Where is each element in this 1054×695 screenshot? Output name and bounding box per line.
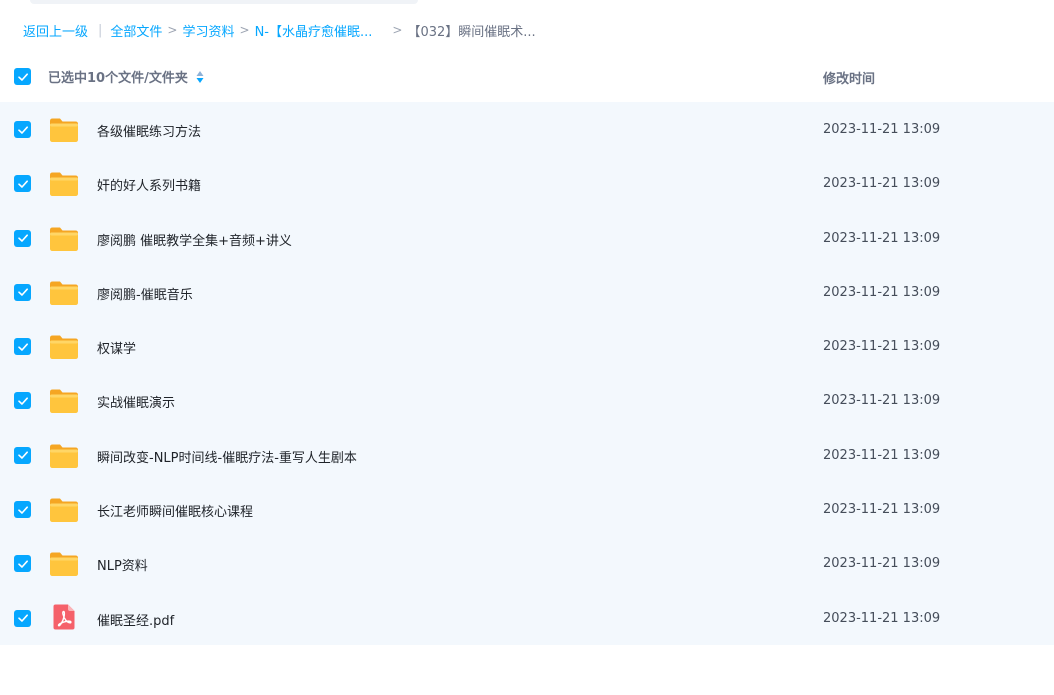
file-modified-time: 2023-11-21 13:09 xyxy=(823,122,941,137)
file-row[interactable]: 各级催眠练习方法 2023-11-21 13:09 xyxy=(0,102,1054,156)
folder-icon xyxy=(49,280,79,306)
file-modified-time: 2023-11-21 13:09 xyxy=(823,447,941,463)
file-row[interactable]: 廖阅鹏 催眠教学全集+音频+讲义 2023-11-21 13:09 xyxy=(0,211,1054,265)
checkmark-icon xyxy=(17,288,28,297)
breadcrumb-current: 【032】瞬间催眠术... xyxy=(407,24,536,40)
checkmark-icon xyxy=(17,397,28,405)
checkmark-icon xyxy=(17,343,28,351)
file-name[interactable]: NLP资料 xyxy=(97,555,148,574)
file-name[interactable]: 权谋学 xyxy=(97,338,136,357)
file-row[interactable]: NLP资料 2023-11-21 13:09 xyxy=(0,536,1054,590)
file-checkbox[interactable] xyxy=(14,501,31,519)
file-checkbox[interactable] xyxy=(14,121,31,138)
file-modified-time: 2023-11-21 13:09 xyxy=(823,502,941,518)
file-name[interactable]: 廖阅鹏 催眠教学全集+音频+讲义 xyxy=(97,230,292,249)
file-checkbox[interactable] xyxy=(14,392,31,410)
select-all-checkbox[interactable] xyxy=(14,68,31,85)
file-checkbox[interactable] xyxy=(14,283,31,301)
folder-icon xyxy=(49,388,79,414)
checkmark-icon xyxy=(17,560,28,568)
folder-icon xyxy=(49,443,79,469)
file-modified-time: 2023-11-21 13:09 xyxy=(823,393,941,409)
checkmark-icon xyxy=(17,72,28,81)
file-name[interactable]: 长江老师瞬间催眠核心课程 xyxy=(97,501,253,520)
file-checkbox[interactable] xyxy=(14,229,31,247)
checkmark-icon xyxy=(17,505,28,514)
sort-icon[interactable] xyxy=(196,70,204,84)
modified-time-header[interactable]: 修改时间 xyxy=(823,68,875,87)
chevron-right-icon: > xyxy=(167,23,178,37)
breadcrumb: 返回上一级 | 全部文件 > 学习资料 > N-【水晶疗愈催眠... > 【03… xyxy=(23,21,536,40)
folder-icon xyxy=(49,551,79,577)
folder-icon xyxy=(49,334,79,360)
chevron-right-icon: > xyxy=(239,23,250,37)
file-name[interactable]: 瞬间改变-NLP时间线-催眠疗法-重写人生剧本 xyxy=(97,447,357,466)
back-link[interactable]: 返回上一级 xyxy=(23,21,88,40)
file-modified-time: 2023-11-21 13:09 xyxy=(823,230,941,246)
file-row[interactable]: 实战催眠演示 2023-11-21 13:09 xyxy=(0,373,1054,427)
checkmark-icon xyxy=(17,614,28,622)
file-checkbox[interactable] xyxy=(14,555,31,573)
folder-icon xyxy=(49,226,79,252)
file-name[interactable]: 奸的好人系列书籍 xyxy=(97,175,201,194)
file-modified-time: 2023-11-21 13:09 xyxy=(823,176,941,192)
file-checkbox[interactable] xyxy=(14,609,31,627)
file-modified-time: 2023-11-21 13:09 xyxy=(823,339,941,355)
file-list-header: 已选中10个文件/文件夹 修改时间 xyxy=(0,50,1054,102)
file-name[interactable]: 实战催眠演示 xyxy=(97,392,175,411)
breadcrumb-item-study-materials[interactable]: 学习资料 xyxy=(182,21,234,40)
breadcrumb-divider: | xyxy=(98,22,103,38)
checkmark-icon xyxy=(17,234,28,242)
selection-count: 已选中10个文件/文件夹 xyxy=(48,67,204,86)
file-list: 各级催眠练习方法 2023-11-21 13:09 奸的好人系列书籍 2023-… xyxy=(0,102,1054,645)
breadcrumb-item-all-files[interactable]: 全部文件 xyxy=(110,21,162,40)
file-modified-time: 2023-11-21 13:09 xyxy=(823,610,941,626)
file-checkbox[interactable] xyxy=(14,175,31,193)
file-name[interactable]: 廖阅鹏-催眠音乐 xyxy=(97,284,193,303)
file-row[interactable]: 廖阅鹏-催眠音乐 2023-11-21 13:09 xyxy=(0,265,1054,319)
checkmark-icon xyxy=(17,125,28,134)
file-name[interactable]: 各级催眠练习方法 xyxy=(97,121,201,140)
top-bar-edge xyxy=(30,0,418,4)
file-modified-time: 2023-11-21 13:09 xyxy=(823,556,941,572)
checkmark-icon xyxy=(17,180,28,188)
folder-icon xyxy=(49,171,79,197)
folder-icon xyxy=(49,117,79,143)
file-row[interactable]: 催眠圣经.pdf 2023-11-21 13:09 xyxy=(0,591,1054,645)
file-row[interactable]: 瞬间改变-NLP时间线-催眠疗法-重写人生剧本 2023-11-21 13:09 xyxy=(0,428,1054,482)
folder-icon xyxy=(49,497,79,523)
checkmark-icon xyxy=(17,451,28,460)
chevron-right-icon: > xyxy=(392,23,403,37)
file-modified-time: 2023-11-21 13:09 xyxy=(823,284,941,300)
file-checkbox[interactable] xyxy=(14,446,31,464)
file-row[interactable]: 奸的好人系列书籍 2023-11-21 13:09 xyxy=(0,156,1054,210)
file-checkbox[interactable] xyxy=(14,338,31,356)
selection-count-label: 已选中10个文件/文件夹 xyxy=(48,71,188,86)
file-row[interactable]: 权谋学 2023-11-21 13:09 xyxy=(0,319,1054,373)
file-row[interactable]: 长江老师瞬间催眠核心课程 2023-11-21 13:09 xyxy=(0,482,1054,536)
file-name[interactable]: 催眠圣经.pdf xyxy=(97,610,174,629)
breadcrumb-item-crystal-healing[interactable]: N-【水晶疗愈催眠... xyxy=(255,21,373,40)
pdf-icon xyxy=(53,604,75,630)
